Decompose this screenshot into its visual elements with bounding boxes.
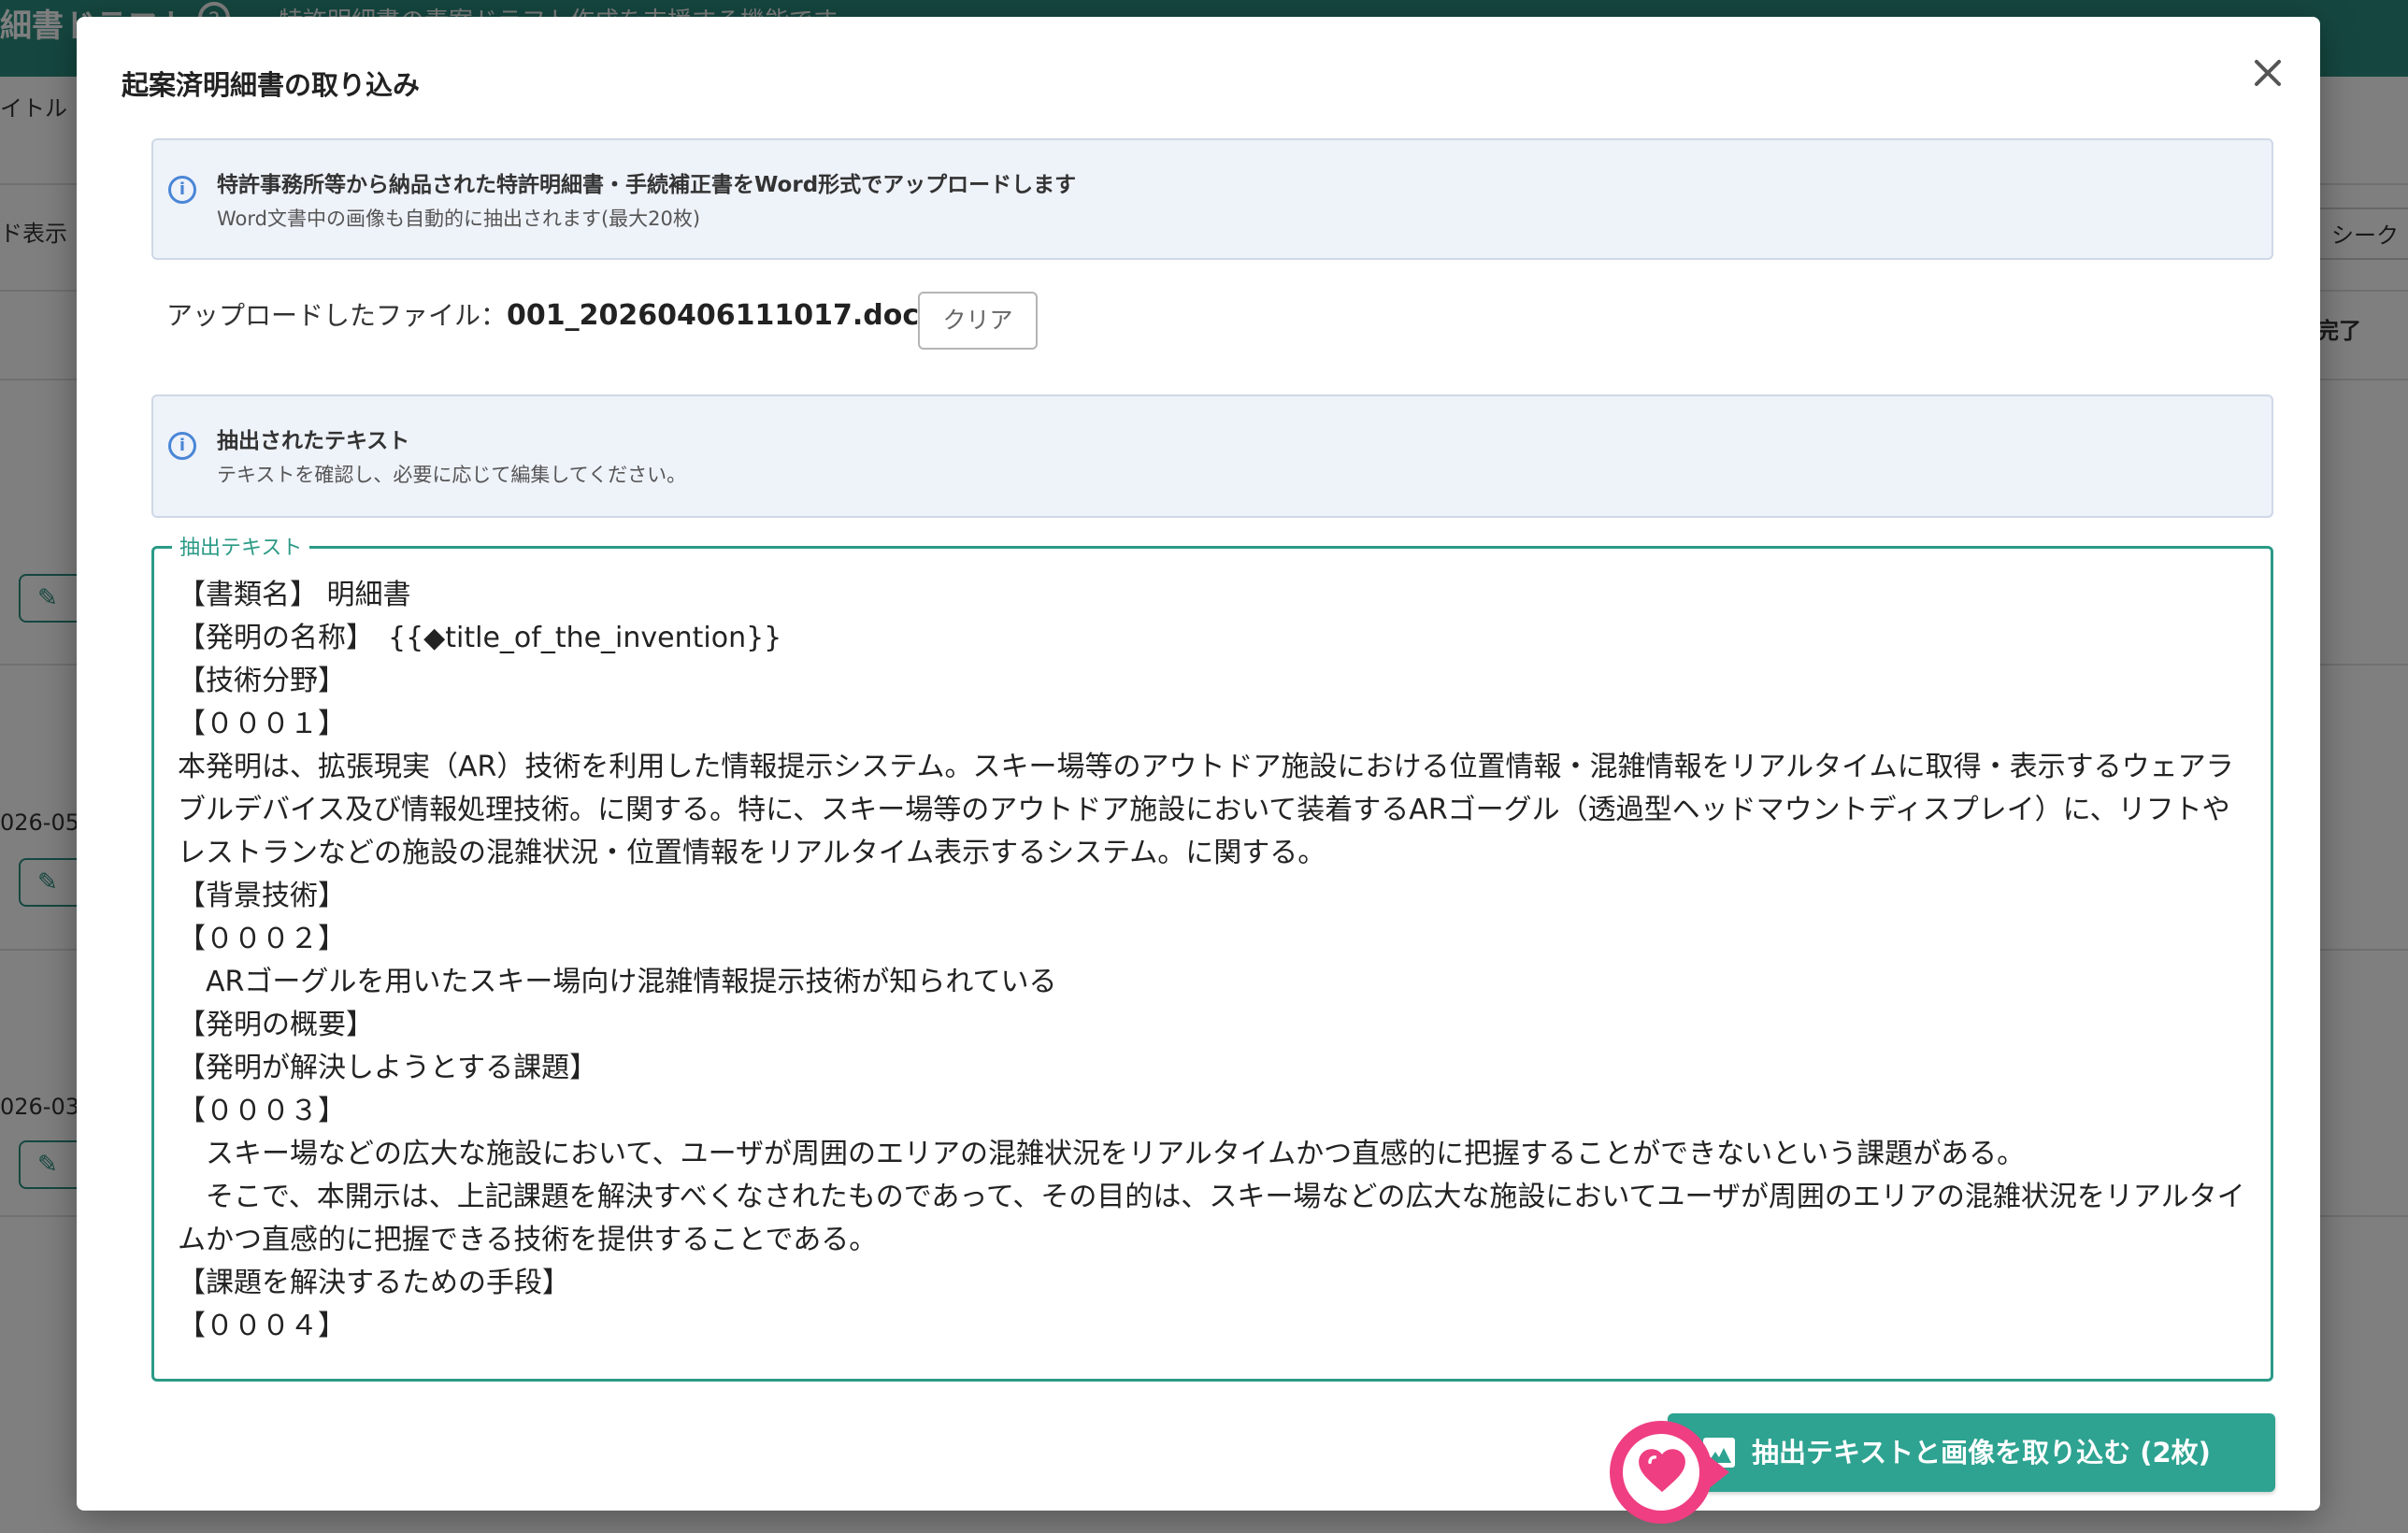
import-text-and-images-button[interactable]: 抽出テキストと画像を取り込む (2枚) bbox=[1668, 1413, 2275, 1492]
modal-title: 起案済明細書の取り込み bbox=[122, 69, 421, 101]
info-icon: i bbox=[168, 432, 196, 460]
heart-icon bbox=[1639, 1449, 1685, 1493]
upload-info-subtitle: Word文書中の画像も自動的に抽出されます(最大20枚) bbox=[217, 208, 701, 230]
extracted-text-legend: 抽出テキスト bbox=[172, 531, 310, 561]
import-modal: 起案済明細書の取り込み i 特許事務所等から納品された特許明細書・手続補正書をW… bbox=[77, 17, 2320, 1524]
close-icon[interactable] bbox=[2243, 49, 2292, 97]
extract-info-alert: i 抽出されたテキスト テキストを確認し、必要に応じて編集してください。 bbox=[151, 394, 2273, 518]
info-icon: i bbox=[168, 176, 196, 204]
uploaded-file-label: アップロードしたファイル： bbox=[166, 300, 508, 331]
extract-info-title: 抽出されたテキスト bbox=[217, 429, 410, 453]
uploaded-file-name: 001_20260406111017.docx bbox=[507, 299, 938, 332]
uploaded-file-row: アップロードしたファイル：001_20260406111017.docx bbox=[166, 297, 938, 335]
extract-info-subtitle: テキストを確認し、必要に応じて編集してください。 bbox=[217, 464, 687, 486]
extracted-text-area[interactable]: 【書類名】 明細書 【発明の名称】 {{◆title_of_the_invent… bbox=[178, 574, 2253, 1368]
upload-info-title: 特許事務所等から納品された特許明細書・手続補正書をWord形式でアップロードしま… bbox=[217, 173, 1077, 197]
favorite-badge[interactable] bbox=[1610, 1421, 1729, 1524]
clear-button[interactable]: クリア bbox=[918, 292, 1038, 350]
upload-info-alert: i 特許事務所等から納品された特許明細書・手続補正書をWord形式でアップロード… bbox=[151, 138, 2273, 260]
